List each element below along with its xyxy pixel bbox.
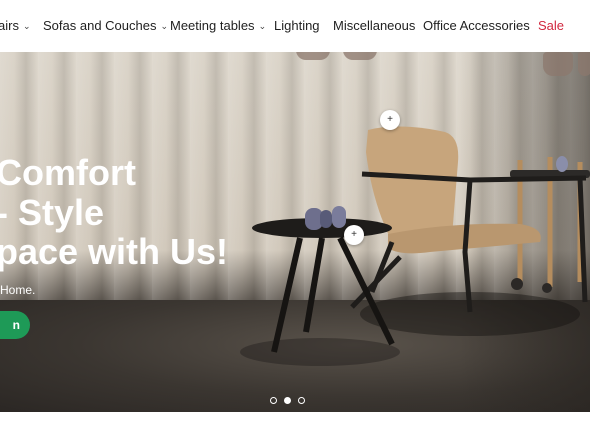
hero-slider: Comfort - Style pace with Us! Home. n + … <box>0 52 590 412</box>
chevron-down-icon: ⌄ <box>160 21 169 31</box>
nav-item-office-accessories[interactable]: Office Accessories <box>423 18 530 33</box>
nav-item-label: Sale <box>538 18 565 33</box>
nav-item-sale[interactable]: Sale <box>538 18 564 33</box>
nav-item-label: Office Accessories <box>423 18 530 33</box>
nav-item-miscellaneous[interactable]: Miscellaneous <box>333 18 415 33</box>
product-hotspot-table[interactable]: + <box>344 225 364 245</box>
slider-pagination <box>270 391 312 404</box>
nav-item-label: Lighting <box>274 18 320 33</box>
main-navigation: airs ⌄ Sofas and Couches ⌄ Meeting tables ⌄… <box>0 0 590 52</box>
product-hotspot-chair[interactable]: + <box>380 110 400 130</box>
nav-item-label: Miscellaneous <box>333 18 416 33</box>
nav-item-chairs[interactable]: airs ⌄ <box>0 18 31 33</box>
nav-item-sofas-and-couches[interactable]: Sofas and Couches ⌄ <box>43 18 168 33</box>
nav-item-label: airs <box>0 18 19 33</box>
nav-item-meeting-tables[interactable]: Meeting tables ⌄ <box>170 18 266 33</box>
nav-item-label: Meeting tables <box>170 18 255 33</box>
slider-dot-2[interactable] <box>284 397 291 404</box>
slider-dot-1[interactable] <box>270 397 277 404</box>
nav-item-lighting[interactable]: Lighting <box>274 18 320 33</box>
chevron-down-icon: ⌄ <box>22 21 31 31</box>
hero-subtitle: Home. <box>0 283 36 297</box>
slider-dot-3[interactable] <box>298 397 305 404</box>
chevron-down-icon: ⌄ <box>258 21 267 31</box>
nav-item-label: Sofas and Couches <box>43 18 157 33</box>
shop-now-button[interactable]: n <box>0 311 30 339</box>
hero-title-line-3: pace with Us! <box>0 231 229 272</box>
hero-title-line-2: - Style <box>0 192 105 233</box>
hero-title-line-1: Comfort <box>0 152 136 193</box>
